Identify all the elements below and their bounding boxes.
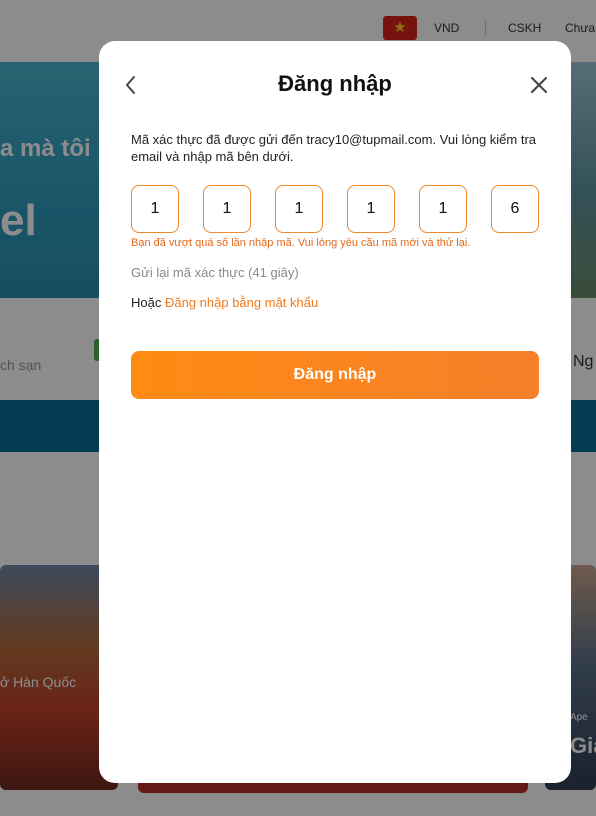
- login-button[interactable]: Đăng nhập: [131, 351, 539, 399]
- login-modal: Đăng nhập Mã xác thực đã được gửi đến tr…: [99, 41, 571, 783]
- otp-digit-1[interactable]: 1: [131, 185, 179, 233]
- alternative-login-prefix: Hoặc: [131, 295, 162, 310]
- otp-error-message: Bạn đã vượt quá số lần nhập mã. Vui lòng…: [131, 237, 471, 249]
- password-login-link[interactable]: Đăng nhập bằng mật khẩu: [165, 295, 318, 310]
- resend-code-link[interactable]: Gửi lại mã xác thực (41 giây): [131, 265, 299, 280]
- alternative-login: Hoặc Đăng nhập bằng mật khẩu: [131, 295, 318, 310]
- verification-message: Mã xác thực đã được gửi đến tracy10@tupm…: [131, 132, 537, 164]
- modal-title: Đăng nhập: [278, 71, 392, 96]
- otp-digit-6[interactable]: 6: [491, 185, 539, 233]
- otp-digit-5[interactable]: 1: [419, 185, 467, 233]
- otp-digit-2[interactable]: 1: [203, 185, 251, 233]
- close-button[interactable]: [527, 73, 551, 97]
- close-icon: [531, 77, 547, 93]
- otp-digit-4[interactable]: 1: [347, 185, 395, 233]
- otp-digit-3[interactable]: 1: [275, 185, 323, 233]
